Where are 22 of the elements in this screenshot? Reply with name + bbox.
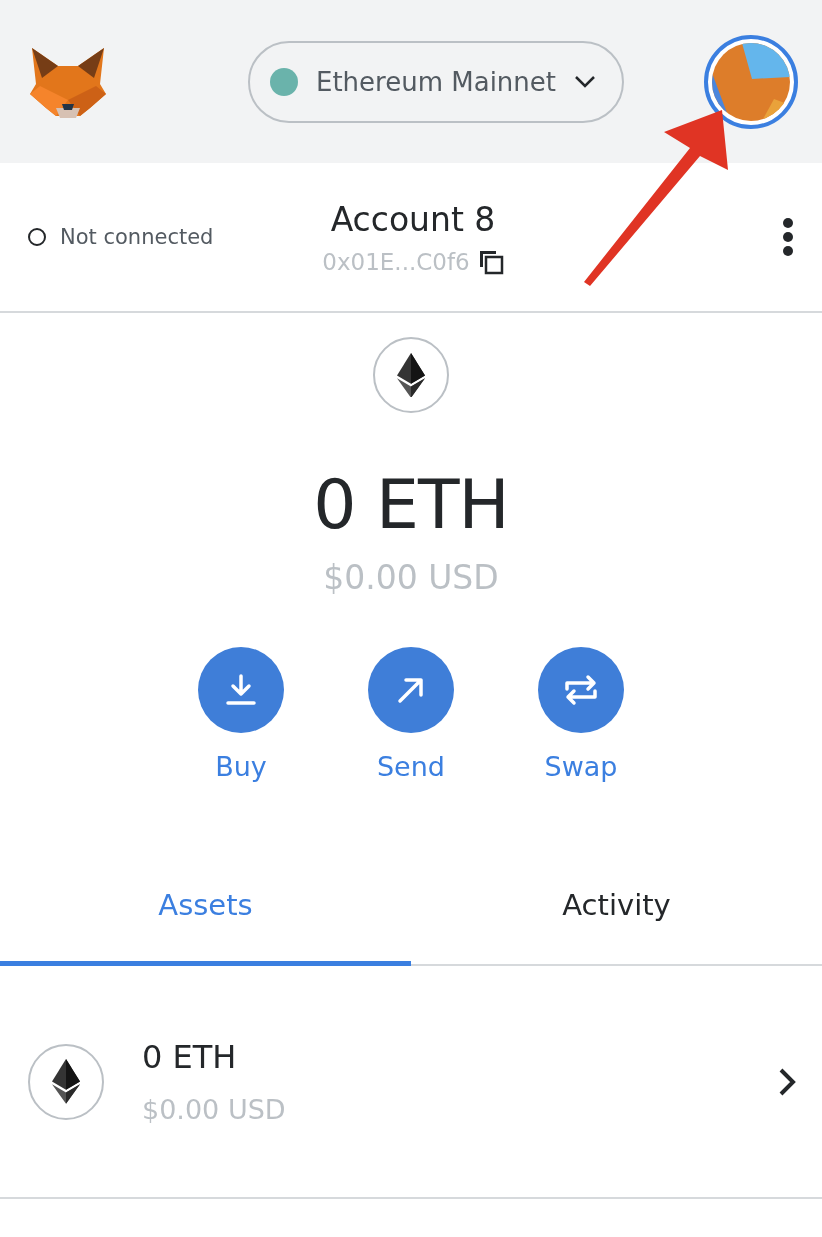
network-name: Ethereum Mainnet — [316, 66, 556, 97]
ethereum-icon — [397, 352, 425, 398]
asset-fiat: $0.00 USD — [142, 1094, 287, 1125]
download-icon — [223, 672, 259, 708]
account-name[interactable]: Account 8 — [330, 199, 496, 239]
send-button[interactable]: Send — [348, 647, 474, 782]
balance-fiat: $0.00 USD — [323, 558, 499, 597]
chevron-right-icon — [778, 1066, 796, 1097]
buy-button[interactable]: Buy — [178, 647, 304, 782]
asset-amount: 0 ETH — [142, 1038, 238, 1076]
connection-status: Not connected — [60, 225, 214, 249]
swap-icon — [562, 672, 600, 708]
tab[interactable]: Activity — [411, 864, 822, 966]
balance-amount: 0 ETH — [313, 465, 509, 544]
copy-icon — [477, 248, 504, 275]
asset-row[interactable]: 0 ETH $0.00 USD — [0, 966, 822, 1199]
network-selector[interactable]: Ethereum Mainnet — [248, 40, 624, 123]
ethereum-icon — [52, 1059, 80, 1104]
swap-button[interactable]: Swap — [518, 647, 644, 782]
chevron-down-icon — [574, 74, 596, 89]
connection-status-icon — [28, 228, 46, 246]
tab[interactable]: Assets — [0, 864, 411, 966]
